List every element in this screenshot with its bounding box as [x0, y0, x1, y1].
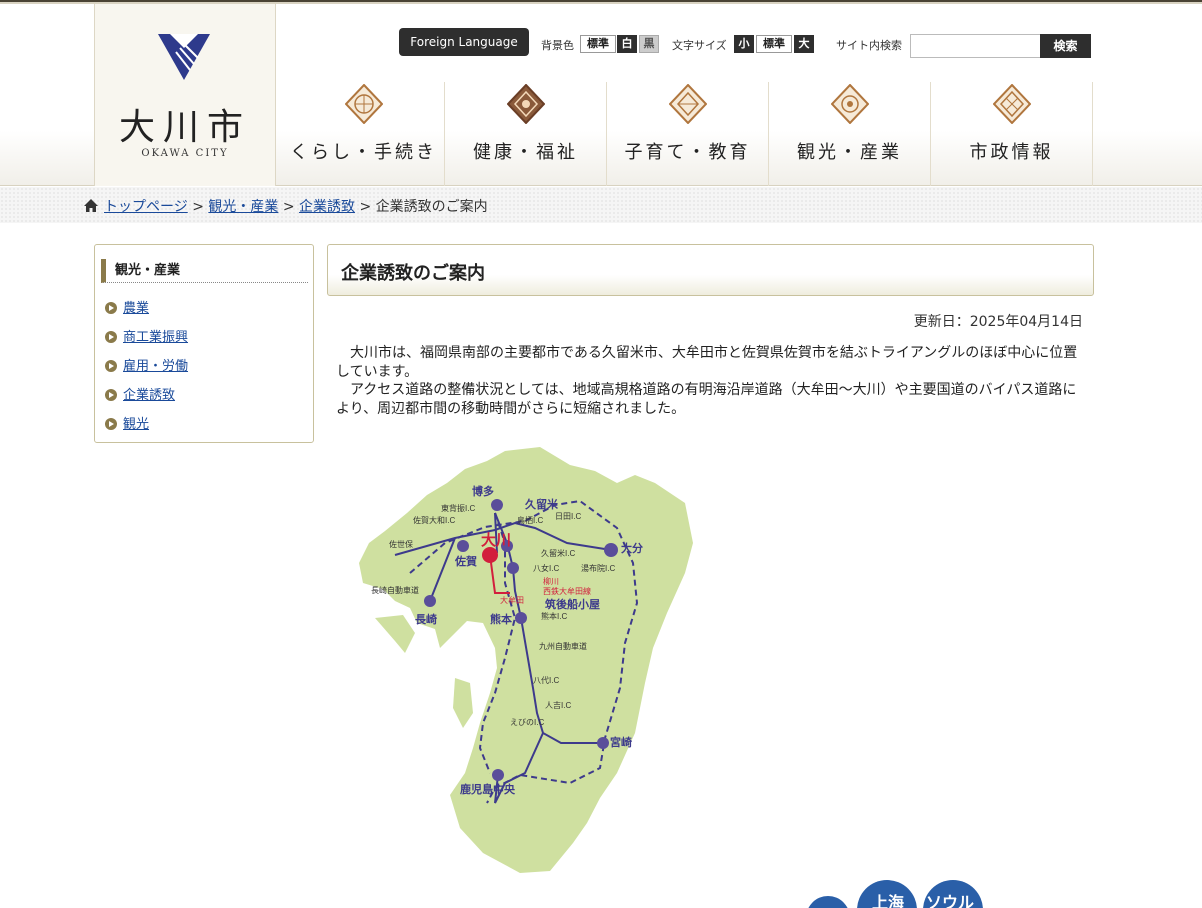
map-label-ic: 久留米I.C — [541, 548, 575, 558]
foreign-language-button[interactable]: Foreign Language — [399, 28, 529, 56]
sidebar-item-business-attraction: 企業誘致 — [105, 384, 188, 413]
pattern-icon — [831, 84, 869, 124]
arrow-bullet-icon — [105, 302, 117, 314]
breadcrumb: トップページ > 観光・産業 > 企業誘致 > 企業誘致のご案内 — [84, 196, 488, 216]
map-label-ic: 湯布院I.C — [581, 563, 615, 573]
map-label-ic: 鳥栖I.C — [517, 515, 543, 525]
gnav-label: 健康・福祉 — [473, 142, 578, 163]
pattern-icon — [507, 84, 545, 124]
map-label-road: 長崎自動車道 — [371, 585, 419, 595]
map-label-ic: 熊本I.C — [541, 611, 567, 621]
site-search-label: サイト内検索 — [836, 39, 902, 52]
search-input[interactable] — [910, 34, 1041, 58]
bg-black-button[interactable]: 黒 — [639, 35, 659, 53]
map-label-nagasaki: 長崎 — [415, 612, 437, 626]
sidebar-link[interactable]: 観光 — [123, 417, 149, 432]
gnav-item-city-info[interactable]: 市政情報 — [931, 82, 1093, 186]
site-header: 大川市 OKAWA CITY Foreign Language 背景色 標準 白… — [0, 4, 1202, 186]
sidebar-item-tourism: 観光 — [105, 413, 188, 442]
font-size-label: 文字サイズ — [672, 39, 727, 52]
gnav-item-tourism[interactable]: 観光・産業 — [769, 82, 931, 186]
map-label-road: 九州自動車道 — [539, 641, 587, 651]
overseas-routes: 上海 ソウル — [808, 880, 983, 908]
map-label-sasebo: 佐世保 — [389, 539, 413, 549]
sidebar-item-agriculture: 農業 — [105, 297, 188, 326]
map-label-ic: えびのI.C — [510, 718, 544, 727]
page-title-box: 企業誘致のご案内 — [327, 244, 1094, 296]
logo-english: OKAWA CITY — [141, 148, 229, 159]
site-logo[interactable]: 大川市 OKAWA CITY — [94, 4, 276, 186]
breadcrumb-separator: > — [282, 199, 295, 215]
kyushu-access-map: 博多 久留米 大川 佐賀 大分 長崎 熊本 筑後船小屋 宮崎 鹿児島中央 佐世保… — [359, 447, 693, 873]
bg-color-label: 背景色 — [541, 39, 574, 52]
map-label-road: 柳川 — [543, 576, 559, 586]
bg-standard-button[interactable]: 標準 — [580, 35, 616, 53]
bg-white-button[interactable]: 白 — [617, 35, 637, 53]
search-button[interactable]: 検索 — [1040, 34, 1091, 58]
map-label-ic: 八女I.C — [533, 563, 559, 573]
page-title: 企業誘致のご案内 — [341, 263, 485, 284]
body-text: 大川市は、福岡県南部の主要都市である久留米市、大牟田市と佐賀県佐賀市を結ぶトライ… — [336, 344, 1081, 418]
sidebar-item-commerce: 商工業振興 — [105, 326, 188, 355]
map-label-ic: 佐賀大和I.C — [413, 515, 455, 525]
breadcrumb-current: 企業誘致のご案内 — [375, 199, 488, 215]
pattern-icon — [993, 84, 1031, 124]
breadcrumb-separator: > — [359, 199, 372, 215]
map-label-hakata: 博多 — [472, 484, 494, 498]
arrow-bullet-icon — [105, 331, 117, 343]
map-label-road: 西鉄大牟田線 — [543, 586, 591, 596]
breadcrumb-separator: > — [192, 199, 204, 215]
map-label-saga: 佐賀 — [454, 554, 477, 568]
okawa-marker — [482, 547, 498, 563]
overseas-label-shanghai: 上海 — [872, 893, 904, 908]
arrow-bullet-icon — [105, 418, 117, 430]
map-label-miyazaki: 宮崎 — [610, 735, 632, 749]
map-label-kumamoto: 熊本 — [490, 612, 512, 626]
map-label-ic: 八代I.C — [533, 675, 559, 685]
font-small-button[interactable]: 小 — [734, 35, 754, 53]
gnav-label: 子育て・教育 — [624, 142, 751, 163]
map-label-ic: 人吉I.C — [545, 701, 571, 710]
map-label-chikugo: 筑後船小屋 — [545, 597, 600, 611]
sidebar-list: 農業 商工業振興 雇用・労働 企業誘致 観光 — [105, 297, 188, 442]
map-label-ic: 日田I.C — [555, 512, 581, 521]
arrow-bullet-icon — [105, 389, 117, 401]
map-label-ic: 東背振I.C — [441, 503, 475, 513]
font-standard-button[interactable]: 標準 — [756, 35, 792, 53]
map-label-oita: 大分 — [621, 541, 643, 555]
sidebar-link[interactable]: 商工業振興 — [123, 330, 188, 345]
city-emblem-icon — [158, 34, 210, 80]
global-nav: くらし・手続き 健康・福祉 子育て・教育 観光・産業 市政情報 — [283, 82, 1093, 186]
map-label-road: 大牟田 — [500, 595, 524, 605]
sidebar-title: 観光・産業 — [101, 259, 308, 283]
pattern-icon — [669, 84, 707, 124]
sidebar-link[interactable]: 雇用・労働 — [123, 359, 188, 374]
gnav-label: くらし・手続き — [290, 142, 437, 163]
map-label-kagoshima: 鹿児島中央 — [460, 782, 516, 796]
sidebar-link[interactable]: 農業 — [123, 301, 149, 316]
home-icon — [84, 199, 98, 212]
breadcrumb-link-business[interactable]: 企業誘致 — [299, 199, 355, 215]
gnav-item-living[interactable]: くらし・手続き — [283, 82, 445, 186]
gnav-item-health[interactable]: 健康・福祉 — [445, 82, 607, 186]
breadcrumb-link-top[interactable]: トップページ — [104, 199, 188, 215]
arrow-bullet-icon — [105, 360, 117, 372]
map-label-okawa: 大川 — [481, 531, 511, 549]
sidebar: 観光・産業 農業 商工業振興 雇用・労働 企業誘致 観光 — [94, 244, 314, 443]
font-large-button[interactable]: 大 — [794, 35, 814, 53]
paragraph: アクセス道路の整備状況としては、地域高規格道路の有明海沿岸道路（大牟田～大川）や… — [336, 382, 1077, 417]
paragraph: 大川市は、福岡県南部の主要都市である久留米市、大牟田市と佐賀県佐賀市を結ぶトライ… — [336, 345, 1078, 380]
sidebar-link[interactable]: 企業誘致 — [123, 388, 175, 403]
updated-date: 更新日：2025年04月14日 — [913, 314, 1083, 330]
map-label-kurume: 久留米 — [525, 497, 559, 511]
pattern-icon — [345, 84, 383, 124]
overseas-label-seoul: ソウル — [926, 894, 974, 908]
gnav-label: 観光・産業 — [797, 142, 902, 163]
gnav-item-childcare[interactable]: 子育て・教育 — [607, 82, 769, 186]
breadcrumb-link-tourism[interactable]: 観光・産業 — [208, 199, 278, 215]
logo-kanji: 大川市 — [118, 107, 251, 148]
sidebar-item-employment: 雇用・労働 — [105, 355, 188, 384]
gnav-label: 市政情報 — [969, 142, 1054, 163]
